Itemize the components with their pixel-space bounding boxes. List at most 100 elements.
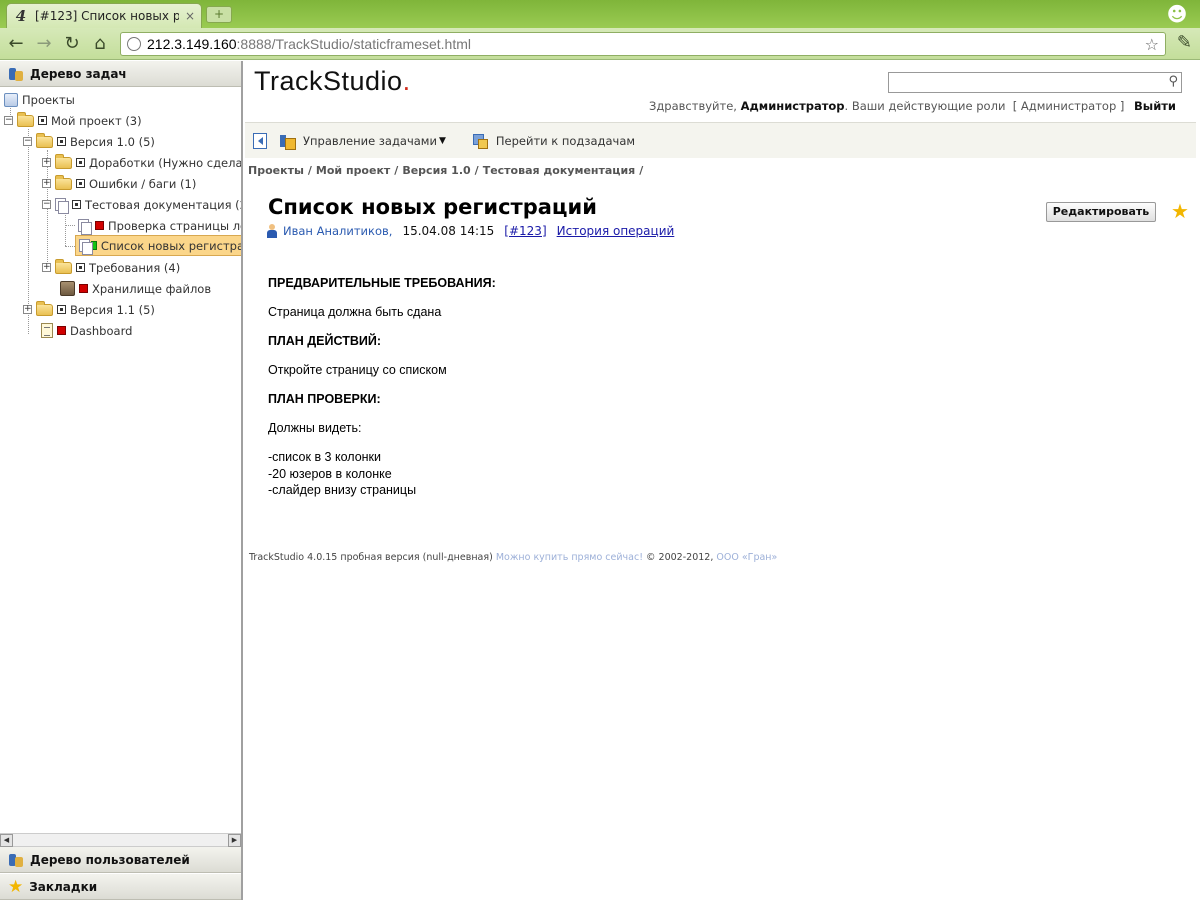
collapse-panel-icon[interactable]: [253, 132, 267, 149]
tree-horizontal-scrollbar[interactable]: ◀ ▶: [0, 833, 241, 847]
incognito-profile-icon: ☻: [1166, 2, 1188, 26]
star-icon: ★: [8, 876, 24, 897]
state-icon: [72, 200, 81, 209]
new-tab-button[interactable]: +: [206, 6, 232, 23]
goto-subtasks-button[interactable]: Перейти к подзадачам: [472, 133, 635, 149]
list-item: -слайдер внизу страницы: [268, 483, 417, 497]
search-icon[interactable]: ⚲: [1168, 74, 1178, 89]
reload-icon[interactable]: ↻: [60, 32, 84, 56]
prereq-text: Страница должна быть сдана: [268, 305, 442, 319]
url-host: 212.3.149.160: [147, 36, 237, 52]
tree-item-registrations-selected[interactable]: Список новых регистра: [75, 235, 241, 256]
projects-icon: [4, 92, 18, 107]
breadcrumb-my-project[interactable]: Мой проект: [316, 164, 390, 177]
check-list: -список в 3 колонки -20 юзеров в колонке…: [268, 449, 416, 499]
task-number-link[interactable]: [#123]: [504, 224, 546, 238]
tree-item-label: Мой проект (3): [51, 113, 142, 128]
check-heading: ПЛАН ПРОВЕРКИ:: [268, 392, 381, 406]
footer-version: TrackStudio 4.0.15 пробная версия (null-…: [249, 552, 493, 563]
expand-icon[interactable]: +: [23, 305, 32, 314]
tree-item-label: Версия 1.1 (5): [70, 302, 155, 317]
tree-item-bugs[interactable]: + Ошибки / баги (1): [42, 173, 196, 194]
manage-tasks-menu[interactable]: Управление задачами ▼: [279, 132, 446, 150]
state-icon: [76, 263, 85, 272]
home-icon[interactable]: ⌂: [88, 32, 112, 56]
main-content: TrackStudio. ⚲ Здравствуйте, Администрат…: [245, 61, 1200, 900]
users-tree-header[interactable]: Дерево пользователей: [0, 847, 241, 873]
task-author[interactable]: Иван Аналитиков,: [283, 224, 392, 238]
favorite-star-icon[interactable]: ★: [1171, 200, 1189, 222]
storage-icon: [60, 281, 75, 296]
browser-tabstrip: 4 [#123] Список новых регистр × + ☻: [0, 0, 1200, 28]
buy-link[interactable]: Можно купить прямо сейчас!: [496, 552, 643, 563]
address-bar[interactable]: 212.3.149.160:8888/TrackStudio/staticfra…: [120, 32, 1166, 56]
tree-item-projects[interactable]: Проекты: [4, 89, 75, 110]
tree-item-my-project[interactable]: − Мой проект (3): [4, 110, 142, 131]
folder-icon: [36, 300, 53, 316]
tree-item-dashboard[interactable]: Dashboard: [41, 320, 132, 341]
back-icon[interactable]: ←: [4, 32, 28, 56]
tree-item-improvements[interactable]: + Доработки (Нужно сделать: [42, 152, 241, 173]
tab-title: [#123] Список новых регистр: [35, 9, 179, 23]
manage-tasks-icon: [279, 132, 296, 150]
folder-icon: [55, 153, 72, 169]
subtasks-icon: [472, 133, 488, 149]
breadcrumb-test-docs[interactable]: Тестовая документация: [483, 164, 636, 177]
collapse-icon[interactable]: −: [4, 116, 13, 125]
tree-item-label: Хранилище файлов: [92, 281, 212, 296]
scroll-left-icon[interactable]: ◀: [0, 834, 13, 847]
tree-guide: [65, 246, 75, 247]
task-tree-title: Дерево задач: [30, 66, 127, 81]
state-red-icon: [95, 221, 104, 230]
history-link[interactable]: История операций: [557, 224, 675, 238]
expand-icon[interactable]: +: [42, 179, 51, 188]
tree-item-test-docs[interactable]: − Тестовая документация (2: [42, 194, 241, 215]
logo-dot: .: [402, 66, 411, 96]
tree-item-version-1-0[interactable]: − Версия 1.0 (5): [23, 131, 155, 152]
collapse-icon[interactable]: −: [23, 137, 32, 146]
folder-icon: [55, 258, 72, 274]
users-tree-icon: [8, 852, 24, 868]
document-icon: [78, 218, 92, 235]
tree-item-version-1-1[interactable]: + Версия 1.1 (5): [23, 299, 155, 320]
tree-item-label: Требования (4): [89, 260, 181, 275]
task-tree-header[interactable]: Дерево задач: [0, 61, 241, 87]
current-user: Администратор: [740, 99, 845, 113]
state-icon: [57, 137, 66, 146]
state-icon: [76, 179, 85, 188]
manage-tasks-label: Управление задачами: [303, 133, 437, 148]
favicon-icon: 4: [15, 7, 27, 25]
breadcrumb-projects[interactable]: Проекты: [248, 164, 304, 177]
folder-icon: [17, 111, 34, 127]
tree-item-requirements[interactable]: + Требования (4): [42, 257, 180, 278]
bookmark-star-icon[interactable]: ☆: [1145, 35, 1159, 54]
documents-icon: [55, 197, 69, 214]
expand-icon[interactable]: +: [42, 263, 51, 272]
task-date: 15.04.08 14:15: [402, 224, 495, 238]
tab-close-icon[interactable]: ×: [185, 9, 195, 23]
roles-label: . Ваши действующие роли: [844, 99, 1006, 113]
breadcrumb-version[interactable]: Версия 1.0: [402, 164, 470, 177]
browser-tab[interactable]: 4 [#123] Список новых регистр ×: [6, 3, 202, 28]
logout-link[interactable]: Выйти: [1134, 99, 1176, 113]
action-bar: Управление задачами ▼ Перейти к подзадач…: [245, 122, 1196, 158]
search-input[interactable]: ⚲: [888, 72, 1182, 93]
footer-copyright: © 2002-2012,: [646, 552, 714, 563]
greeting-prefix: Здравствуйте,: [648, 99, 737, 113]
state-red-icon: [57, 326, 66, 335]
company-link[interactable]: ООО «Гран»: [716, 552, 777, 563]
task-meta: Иван Аналитиков, 15.04.08 14:15 [#123] И…: [267, 224, 674, 238]
collapse-icon[interactable]: −: [42, 200, 51, 209]
scroll-right-icon[interactable]: ▶: [228, 834, 241, 847]
left-panel: Дерево задач Проекты − Мой проект (3) − …: [0, 61, 243, 900]
expand-icon[interactable]: +: [42, 158, 51, 167]
wrench-icon[interactable]: ✎: [1177, 32, 1192, 53]
edit-button[interactable]: Редактировать: [1046, 202, 1156, 222]
tree-item-file-storage[interactable]: Хранилище файлов: [60, 278, 211, 299]
forward-icon[interactable]: →: [32, 32, 56, 56]
tree-item-page-check[interactable]: Проверка страницы ло: [78, 215, 241, 236]
role-selector[interactable]: [ Администратор ]: [1013, 99, 1125, 113]
breadcrumb: Проекты / Мой проект / Версия 1.0/Тестовая д…: [248, 164, 644, 177]
bookmarks-header[interactable]: ★ Закладки: [0, 874, 241, 900]
task-tree-icon: [8, 66, 24, 82]
